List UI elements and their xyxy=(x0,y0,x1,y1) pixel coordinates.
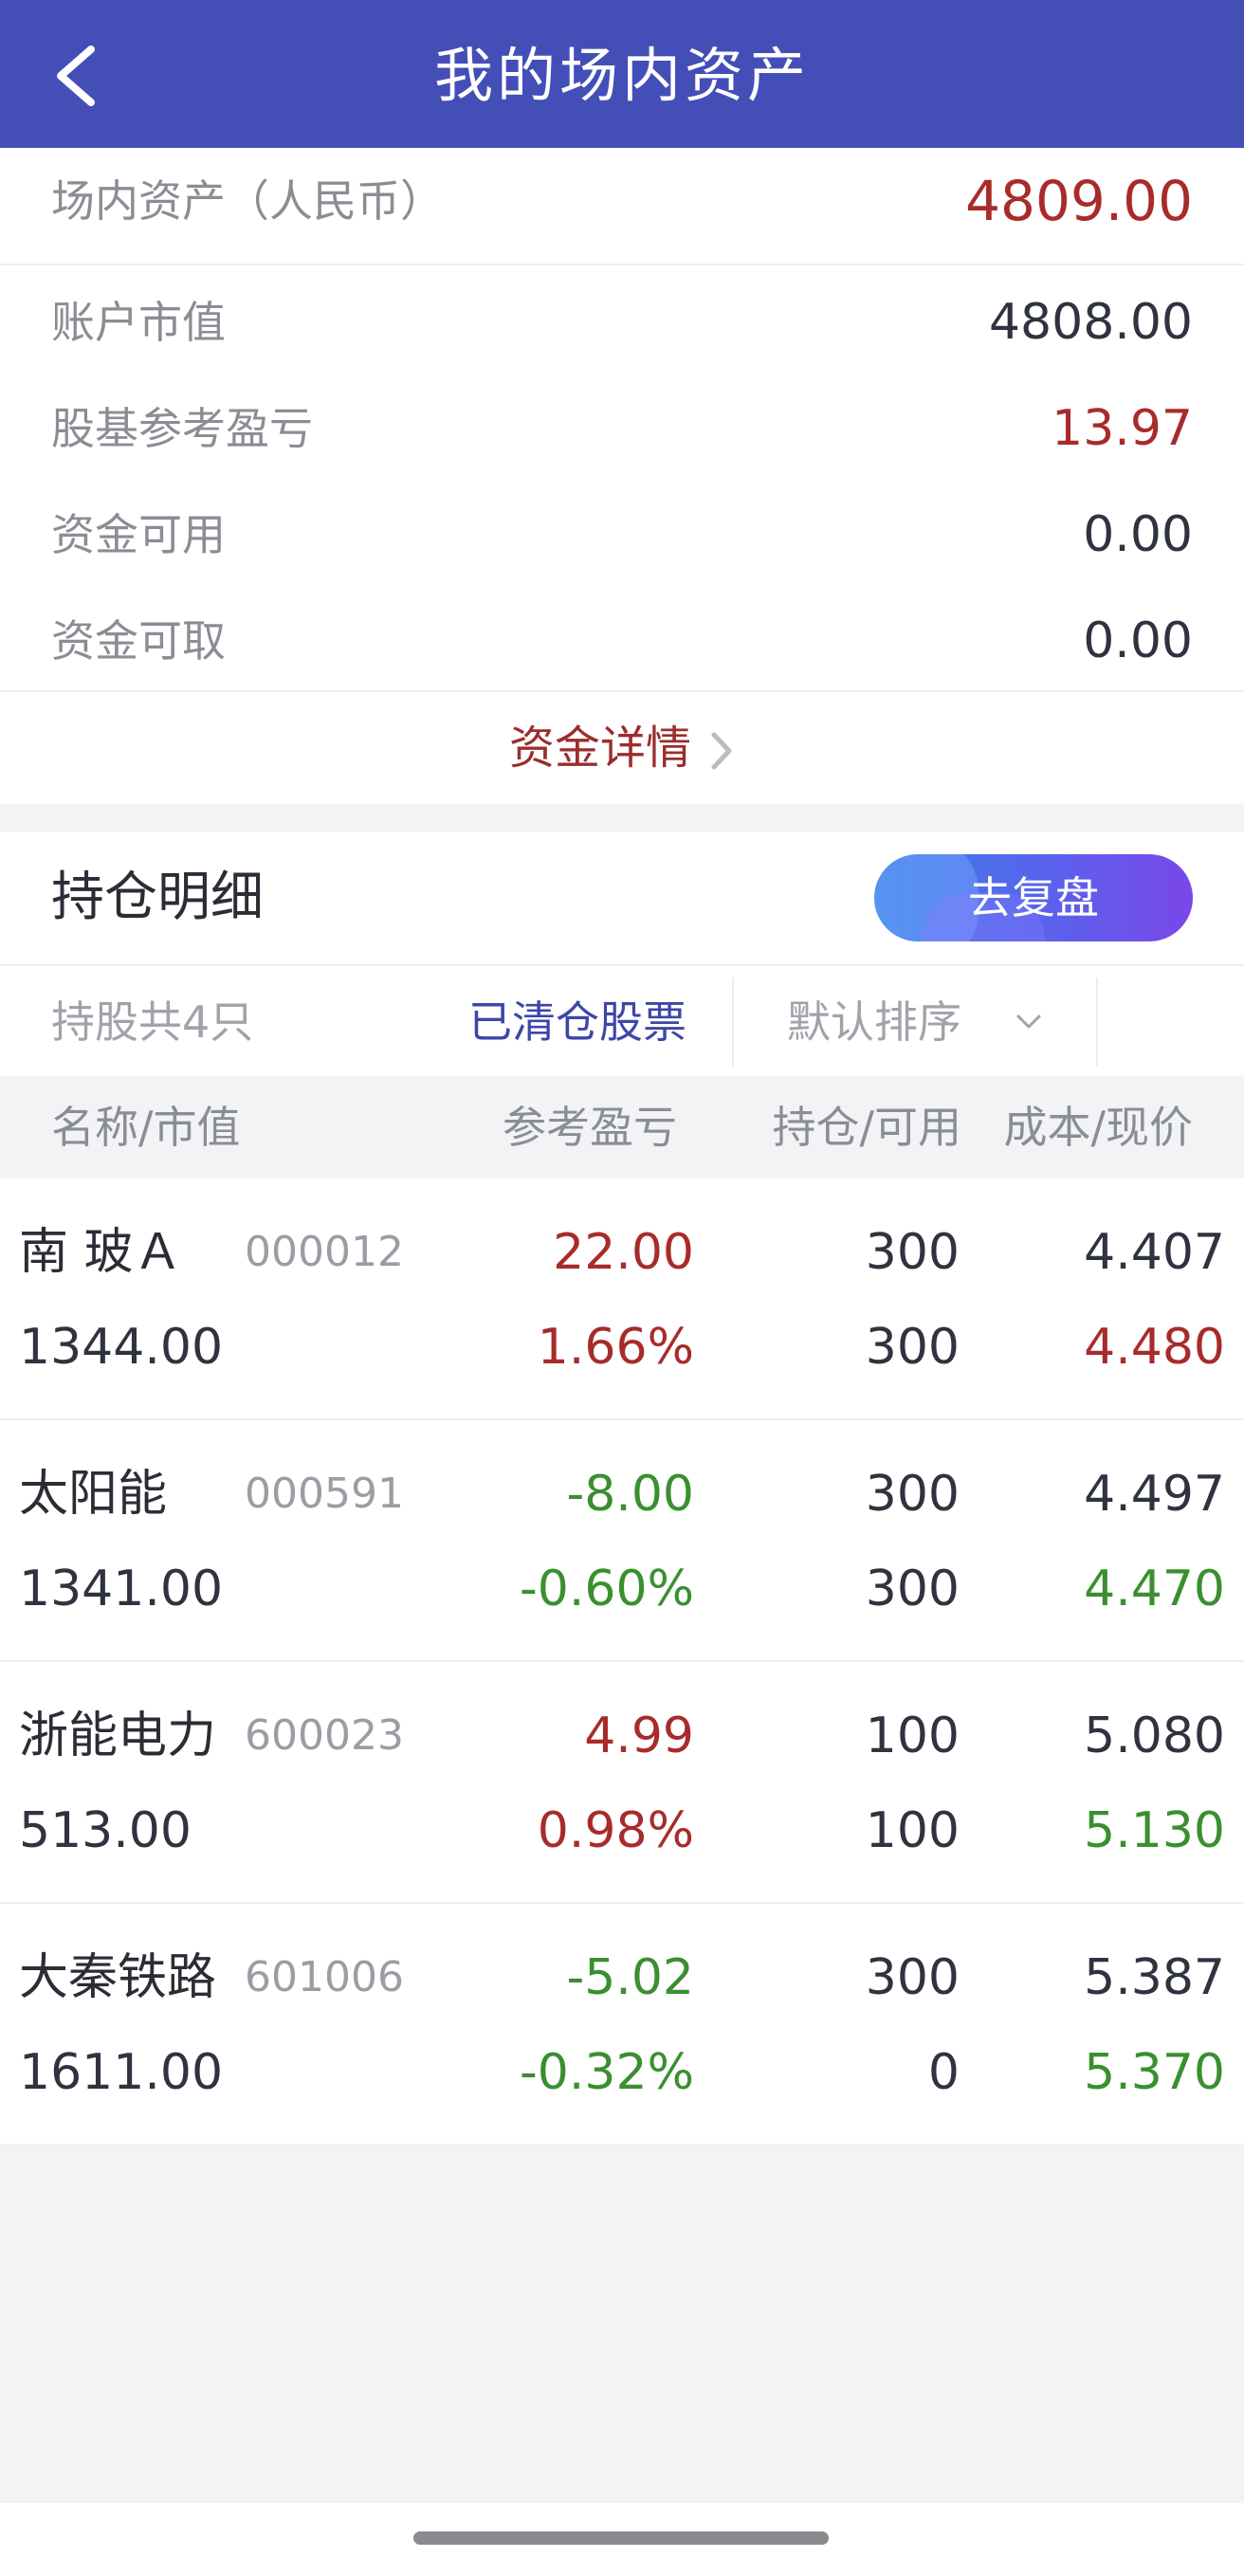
market-value: 513.00 xyxy=(19,1802,192,1859)
asset-value: 0.00 xyxy=(1083,612,1193,669)
market-value: 1611.00 xyxy=(19,2044,224,2101)
asset-row-available: 资金可用 0.00 xyxy=(0,482,1244,588)
table-row[interactable]: 浙能电力 600023 513.00 4.99 0.98% 100 100 5.… xyxy=(0,1662,1244,1904)
market-value: 1344.00 xyxy=(19,1319,224,1376)
profit-loss: 4.99 xyxy=(584,1708,694,1764)
table-header: 名称/市值 参考盈亏 持仓/可用 成本/现价 xyxy=(0,1076,1244,1178)
stock-code: 601006 xyxy=(245,1953,404,2001)
holding-qty: 100 xyxy=(865,1708,960,1764)
divider xyxy=(1096,977,1098,1067)
chevron-down-icon[interactable] xyxy=(1015,1008,1043,1036)
asset-row-pl: 股基参考盈亏 13.97 xyxy=(0,375,1244,482)
divider xyxy=(732,977,734,1067)
current-price: 5.370 xyxy=(1084,2044,1225,2101)
stock-name: 南 玻Ａ xyxy=(19,1224,183,1281)
column-header-pl: 参考盈亏 xyxy=(503,1102,677,1153)
review-button-label: 去复盘 xyxy=(968,872,1099,923)
holding-qty: 300 xyxy=(865,1949,960,2006)
available-qty: 0 xyxy=(927,2044,960,2101)
stock-code: 000012 xyxy=(245,1228,404,1276)
table-row[interactable]: 南 玻Ａ 000012 1344.00 22.00 1.66% 300 300 … xyxy=(0,1178,1244,1420)
cost-price: 5.387 xyxy=(1084,1949,1225,2006)
stock-code: 000591 xyxy=(245,1470,404,1518)
column-header-cost: 成本/现价 xyxy=(1003,1102,1194,1153)
table-row[interactable]: 大秦铁路 601006 1611.00 -5.02 -0.32% 300 0 5… xyxy=(0,1904,1244,2146)
cost-price: 4.407 xyxy=(1084,1224,1225,1281)
holdings-title: 持仓明细 xyxy=(51,867,264,928)
total-assets-label: 场内资产（人民币） xyxy=(51,175,444,227)
profit-loss-percent: 0.98% xyxy=(537,1802,694,1859)
column-header-holding: 持仓/可用 xyxy=(772,1102,962,1153)
available-qty: 100 xyxy=(865,1802,960,1859)
page-title: 我的场内资产 xyxy=(433,41,810,110)
fund-detail-label: 资金详情 xyxy=(508,722,691,775)
profit-loss-percent: -0.60% xyxy=(520,1561,694,1617)
asset-value: 13.97 xyxy=(1052,400,1193,457)
holding-count: 持股共4只 xyxy=(51,996,254,1048)
holdings-card: 持仓明细 去复盘 持股共4只 已清仓股票 默认排序 名称/市值 参考盈亏 持仓/… xyxy=(0,831,1244,2144)
chevron-right-icon xyxy=(711,732,732,770)
asset-label: 资金可取 xyxy=(51,615,226,667)
column-header-name: 名称/市值 xyxy=(51,1102,241,1153)
asset-value: 4808.00 xyxy=(988,294,1193,351)
cost-price: 4.497 xyxy=(1084,1466,1225,1523)
current-price: 4.480 xyxy=(1084,1319,1225,1376)
sort-dropdown[interactable]: 默认排序 xyxy=(787,966,961,1078)
cost-price: 5.080 xyxy=(1084,1708,1225,1764)
holding-qty: 300 xyxy=(865,1224,960,1281)
available-qty: 300 xyxy=(865,1319,960,1376)
asset-label: 账户市值 xyxy=(51,297,226,348)
asset-label: 资金可用 xyxy=(51,509,226,560)
asset-label: 股基参考盈亏 xyxy=(51,403,313,454)
stock-code: 600023 xyxy=(245,1711,404,1760)
current-price: 4.470 xyxy=(1084,1561,1225,1617)
asset-row-market-value: 账户市值 4808.00 xyxy=(0,269,1244,375)
fund-detail-link[interactable]: 资金详情 xyxy=(0,692,1244,804)
asset-row-withdrawable: 资金可取 0.00 xyxy=(0,588,1244,694)
holding-qty: 300 xyxy=(865,1466,960,1523)
market-value: 1341.00 xyxy=(19,1561,224,1617)
holdings-list: 南 玻Ａ 000012 1344.00 22.00 1.66% 300 300 … xyxy=(0,1178,1244,2146)
total-assets-row: 场内资产（人民币） 4809.00 xyxy=(0,148,1244,254)
profit-loss-percent: -0.32% xyxy=(520,2044,694,2101)
table-row[interactable]: 太阳能 000591 1341.00 -8.00 -0.60% 300 300 … xyxy=(0,1420,1244,1662)
current-price: 5.130 xyxy=(1084,1802,1225,1859)
filter-bar: 持股共4只 已清仓股票 默认排序 xyxy=(0,964,1244,1076)
available-qty: 300 xyxy=(865,1561,960,1617)
profit-loss: -5.02 xyxy=(566,1949,694,2006)
app-header: 我的场内资产 xyxy=(0,0,1244,148)
profit-loss: 22.00 xyxy=(553,1224,694,1281)
review-button[interactable]: 去复盘 xyxy=(874,854,1193,941)
cleared-stocks-link[interactable]: 已清仓股票 xyxy=(468,966,686,1078)
profit-loss: -8.00 xyxy=(566,1466,694,1523)
stock-name: 浙能电力 xyxy=(19,1708,217,1764)
assets-card: 场内资产（人民币） 4809.00 账户市值 4808.00 股基参考盈亏 13… xyxy=(0,148,1244,804)
stock-name: 太阳能 xyxy=(19,1466,168,1523)
stock-name: 大秦铁路 xyxy=(19,1949,217,2006)
asset-value: 0.00 xyxy=(1083,506,1193,563)
divider xyxy=(0,264,1244,265)
home-indicator[interactable] xyxy=(413,2531,829,2545)
profit-loss-percent: 1.66% xyxy=(537,1319,694,1376)
total-assets-value: 4809.00 xyxy=(965,169,1193,233)
